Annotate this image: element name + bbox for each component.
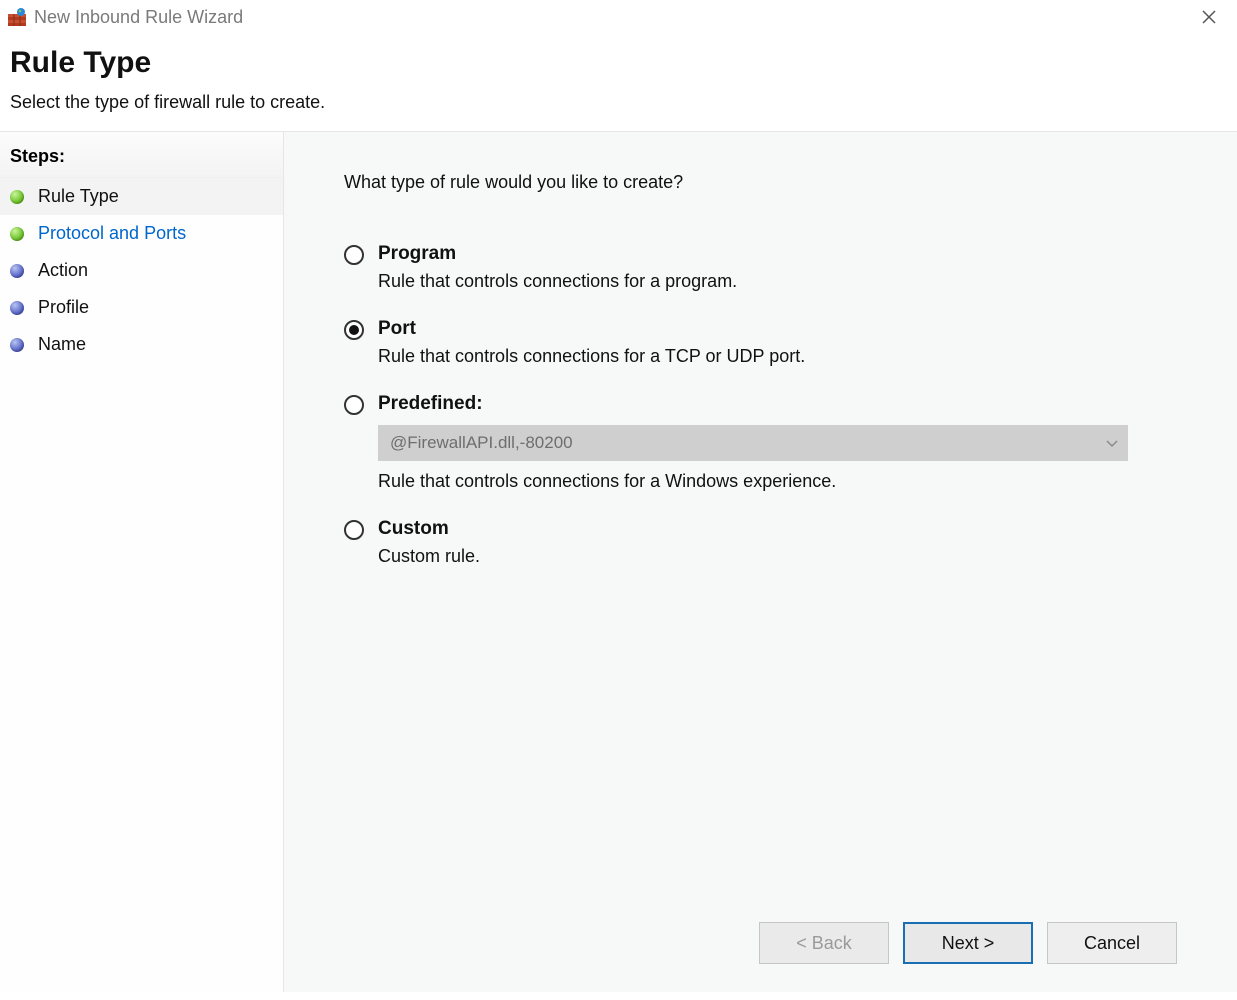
step-label: Protocol and Ports xyxy=(38,223,186,244)
option-program-desc: Rule that controls connections for a pro… xyxy=(378,271,1177,292)
radio-predefined[interactable] xyxy=(344,395,364,415)
option-predefined-desc: Rule that controls connections for a Win… xyxy=(378,471,1177,492)
close-icon xyxy=(1202,10,1216,24)
bullet-icon xyxy=(10,301,24,315)
option-custom[interactable]: Custom Custom rule. xyxy=(344,518,1177,567)
titlebar: New Inbound Rule Wizard xyxy=(0,0,1237,34)
sidebar: Steps: Rule Type Protocol and Ports Acti… xyxy=(0,132,284,992)
radio-custom[interactable] xyxy=(344,520,364,540)
bullet-icon xyxy=(10,190,24,204)
window-title: New Inbound Rule Wizard xyxy=(34,7,243,28)
footer-buttons: < Back Next > Cancel xyxy=(344,902,1177,992)
option-port-label: Port xyxy=(378,318,1177,340)
bullet-icon xyxy=(10,227,24,241)
main-panel: What type of rule would you like to crea… xyxy=(284,132,1237,992)
option-program-label: Program xyxy=(378,243,1177,265)
header: Rule Type Select the type of firewall ru… xyxy=(0,34,1237,132)
option-predefined[interactable]: Predefined: @FirewallAPI.dll,-80200 Rule… xyxy=(344,393,1177,492)
option-port-desc: Rule that controls connections for a TCP… xyxy=(378,346,1177,367)
step-label: Profile xyxy=(38,297,89,318)
predefined-select: @FirewallAPI.dll,-80200 xyxy=(378,425,1128,461)
predefined-select-value: @FirewallAPI.dll,-80200 xyxy=(390,433,573,452)
option-port[interactable]: Port Rule that controls connections for … xyxy=(344,318,1177,367)
radio-program[interactable] xyxy=(344,245,364,265)
close-button[interactable] xyxy=(1189,3,1229,31)
option-custom-label: Custom xyxy=(378,518,1177,540)
step-action: Action xyxy=(0,252,283,289)
next-button[interactable]: Next > xyxy=(903,922,1033,964)
option-program[interactable]: Program Rule that controls connections f… xyxy=(344,243,1177,292)
body: Steps: Rule Type Protocol and Ports Acti… xyxy=(0,132,1237,992)
firewall-icon xyxy=(8,8,26,26)
rule-type-options: Program Rule that controls connections f… xyxy=(344,243,1177,593)
prompt-text: What type of rule would you like to crea… xyxy=(344,172,1177,193)
step-rule-type[interactable]: Rule Type xyxy=(0,178,283,215)
page-subtitle: Select the type of firewall rule to crea… xyxy=(10,92,1227,113)
step-label: Action xyxy=(38,260,88,281)
radio-port[interactable] xyxy=(344,320,364,340)
step-label: Name xyxy=(38,334,86,355)
step-name: Name xyxy=(0,326,283,363)
sidebar-heading: Steps: xyxy=(0,138,283,178)
bullet-icon xyxy=(10,264,24,278)
back-button: < Back xyxy=(759,922,889,964)
option-custom-desc: Custom rule. xyxy=(378,546,1177,567)
option-predefined-label: Predefined: xyxy=(378,393,1177,415)
step-profile: Profile xyxy=(0,289,283,326)
step-protocol-and-ports[interactable]: Protocol and Ports xyxy=(0,215,283,252)
chevron-down-icon xyxy=(1106,425,1118,461)
cancel-button[interactable]: Cancel xyxy=(1047,922,1177,964)
bullet-icon xyxy=(10,338,24,352)
page-title: Rule Type xyxy=(10,46,1227,80)
step-label: Rule Type xyxy=(38,186,119,207)
